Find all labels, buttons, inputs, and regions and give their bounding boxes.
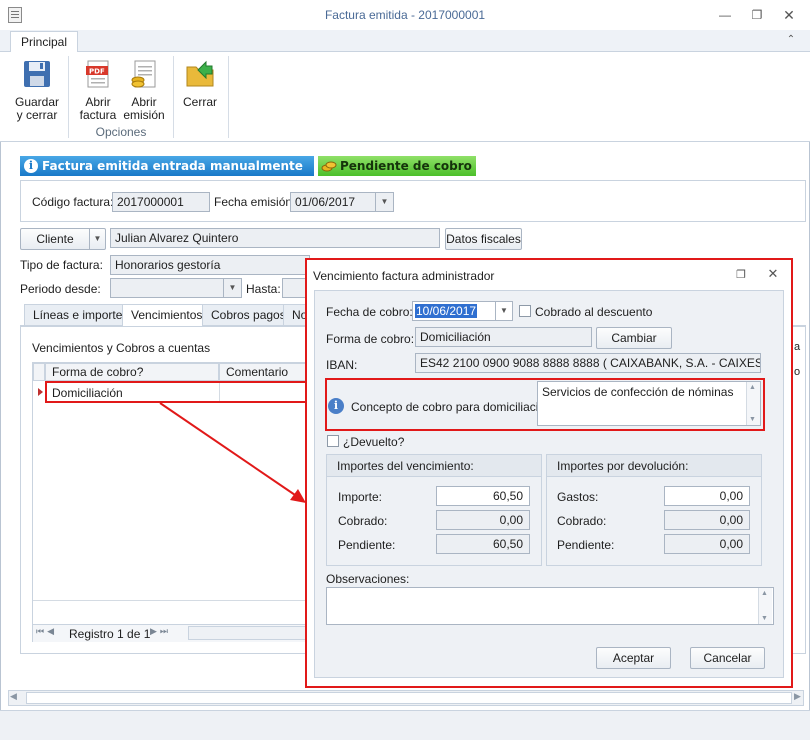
annotation-arrow-icon [159, 402, 306, 503]
